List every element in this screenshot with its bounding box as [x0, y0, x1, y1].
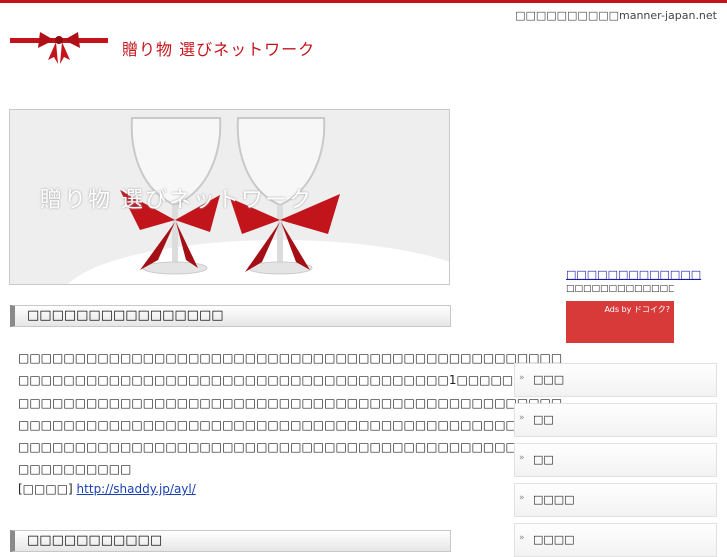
hero-banner: 贈り物 選びネットワーク	[9, 109, 450, 285]
category-label: □□□□	[533, 533, 575, 546]
reference-label: [□□□□]	[18, 482, 73, 496]
section-heading-1: □□□□□□□□□□□□□□□□	[10, 305, 451, 327]
category-label: □□□	[533, 373, 565, 386]
category-label: □□	[533, 453, 554, 466]
double-chevron-icon: »	[519, 493, 525, 503]
top-accent-bar	[0, 0, 727, 3]
category-label: □□	[533, 413, 554, 426]
ad-banner[interactable]: Ads by ドコイク?	[566, 301, 674, 343]
ad-description: □□□□□□□□□□□□□□□□□□□□□□□□□□	[566, 284, 674, 294]
double-chevron-icon: »	[519, 533, 525, 543]
article-line: □□□□□□□□□□	[18, 462, 132, 477]
ad-provider-label: Ads by ドコイク?	[604, 305, 670, 314]
double-chevron-icon: »	[519, 373, 525, 383]
sidebar-category-3[interactable]: » □□	[514, 443, 717, 477]
article-body: □□□□□□□□□□□□□□□□□□□□□□□□□□□□□□□□□□□□□□□□…	[18, 347, 570, 481]
section-heading-2: □□□□□□□□□□□	[10, 530, 451, 552]
article-line: □□□□□□□□□□□□□□□□□□□□□□□□□□□□□□□□□□□□□□□□…	[18, 395, 563, 410]
article-line: □□□□□□□□□□□□□□□□□□□□□□□□□□□□□□□□□□□□□□□□…	[18, 351, 563, 365]
article-line: □□□□□□□□□□□□□□□□□□□□□□□□□□□□□□□□□□□□□□1□…	[18, 373, 570, 388]
sidebar-category-2[interactable]: » □□	[514, 403, 717, 437]
double-chevron-icon: »	[519, 413, 525, 423]
site-logo[interactable]: 贈り物 選びネットワーク	[10, 30, 314, 70]
sidebar-category-1[interactable]: » □□□	[514, 363, 717, 397]
hero-caption: 贈り物 選びネットワーク	[40, 188, 313, 213]
ad-title-link[interactable]: □□□□□□□□□□□□□	[566, 268, 701, 281]
sidebar-category-4[interactable]: » □□□□	[514, 483, 717, 517]
article-line: □□□□□□□□□□□□□□□□□□□□□□□□□□□□□□□□□□□□□□□□…	[18, 417, 563, 432]
sidebar-category-5[interactable]: » □□□□	[514, 523, 717, 557]
reference-line: [□□□□] http://shaddy.jp/ayl/	[18, 482, 196, 496]
category-label: □□□□	[533, 493, 575, 506]
article-line: □□□□□□□□□□□□□□□□□□□□□□□□□□□□□□□□□□□□□□□□…	[18, 440, 563, 455]
double-chevron-icon: »	[519, 453, 525, 463]
ribbon-bow-icon	[10, 32, 108, 64]
reference-link[interactable]: http://shaddy.jp/ayl/	[77, 482, 196, 496]
ad-block: □□□□□□□□□□□□□ □□□□□□□□□□□□□□□□□□□□□□□□□□…	[566, 268, 701, 343]
site-domain-text: □□□□□□□□□□manner-japan.net	[515, 9, 717, 22]
logo-text: 贈り物 選びネットワーク	[122, 40, 316, 59]
